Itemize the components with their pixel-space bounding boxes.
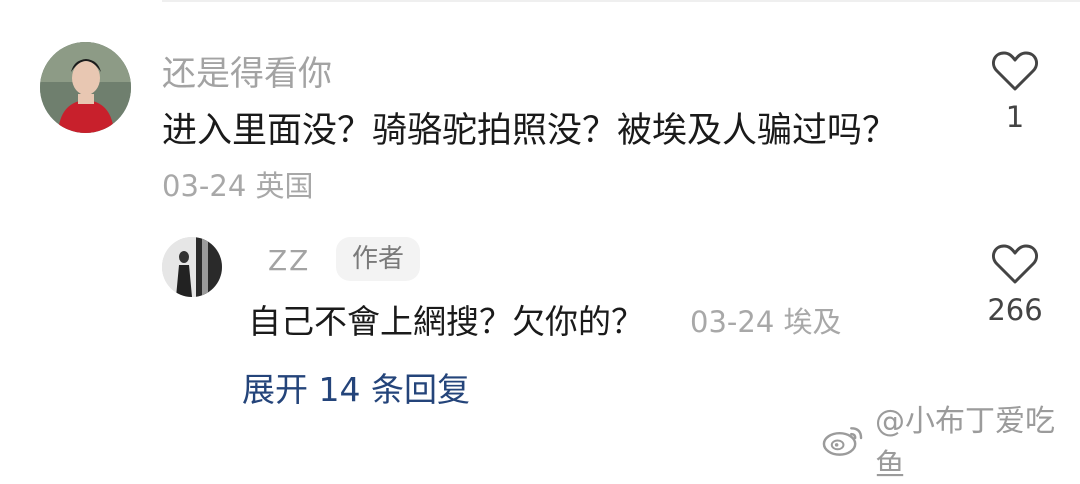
comment-username[interactable]: 还是得看你 (162, 46, 332, 95)
like-count: 1 (1005, 100, 1025, 134)
reply-meta: 03-24 埃及 (690, 305, 842, 339)
reply-avatar[interactable] (162, 237, 222, 297)
top-divider (162, 0, 1080, 2)
avatar-image (40, 42, 131, 133)
watermark: @小布丁爱吃鱼 (822, 396, 1080, 484)
author-badge: 作者 (336, 237, 421, 281)
avatar[interactable] (40, 42, 131, 133)
like-button[interactable]: 1 (975, 50, 1055, 134)
reply-like-button[interactable]: 266 (975, 243, 1055, 327)
comment-text: 进入里面没？骑骆驼拍照没？被埃及人骗过吗？ (162, 111, 898, 151)
reply-text: 自己不會上網搜？欠你的？ (248, 302, 644, 341)
reply-like-count: 266 (987, 293, 1043, 327)
reply-username[interactable]: ZZ (268, 244, 310, 277)
expand-replies-link[interactable]: 展开 14 条回复 (242, 363, 470, 411)
heart-icon (992, 51, 1038, 91)
weibo-icon (822, 427, 863, 456)
watermark-text: @小布丁爱吃鱼 (874, 404, 1055, 483)
heart-icon (992, 244, 1038, 284)
comment-meta: 03-24 英国 (162, 169, 314, 203)
reply-avatar-image (162, 237, 222, 297)
